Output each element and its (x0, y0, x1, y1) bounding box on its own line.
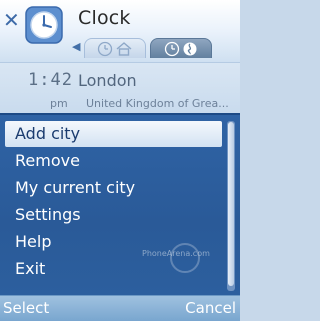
close-icon[interactable]: ✕ (3, 10, 23, 30)
menu-item-remove[interactable]: Remove (5, 148, 222, 174)
home-icon (116, 41, 132, 56)
scrollbar[interactable] (227, 121, 235, 291)
page-title: Clock (78, 7, 131, 29)
country-name: United Kingdom of Grea... (86, 97, 229, 110)
select-softkey[interactable]: Select (3, 299, 49, 317)
watermark-logo (170, 243, 200, 273)
title-bar: ✕ Clock ◀ (0, 0, 240, 62)
scrollbar-thumb[interactable] (228, 122, 234, 286)
menu-item-my-current-city[interactable]: My current city (5, 175, 222, 201)
chevron-left-icon[interactable]: ◀ (72, 40, 80, 53)
options-menu: Add city Remove My current city Settings… (0, 113, 240, 295)
menu-item-add-city[interactable]: Add city (5, 121, 222, 147)
globe-icon (183, 42, 197, 55)
world-clock-entry[interactable]: 1:42 London pm United Kingdom of Grea... (0, 62, 240, 113)
clock-ampm: pm (50, 97, 68, 110)
tab-home-clock[interactable] (84, 38, 146, 58)
clock-icon (97, 41, 113, 56)
tab-bar: ◀ (66, 35, 240, 59)
clock-time: 1:42 (28, 70, 73, 90)
clock-icon (25, 6, 63, 44)
city-name: London (78, 71, 137, 90)
clock-icon (164, 41, 180, 56)
tab-world-clock[interactable] (150, 38, 212, 58)
cancel-softkey[interactable]: Cancel (185, 299, 236, 317)
watermark: PhoneArena.com (142, 249, 210, 258)
menu-item-settings[interactable]: Settings (5, 202, 222, 228)
softkey-bar: Select Cancel (0, 295, 240, 321)
